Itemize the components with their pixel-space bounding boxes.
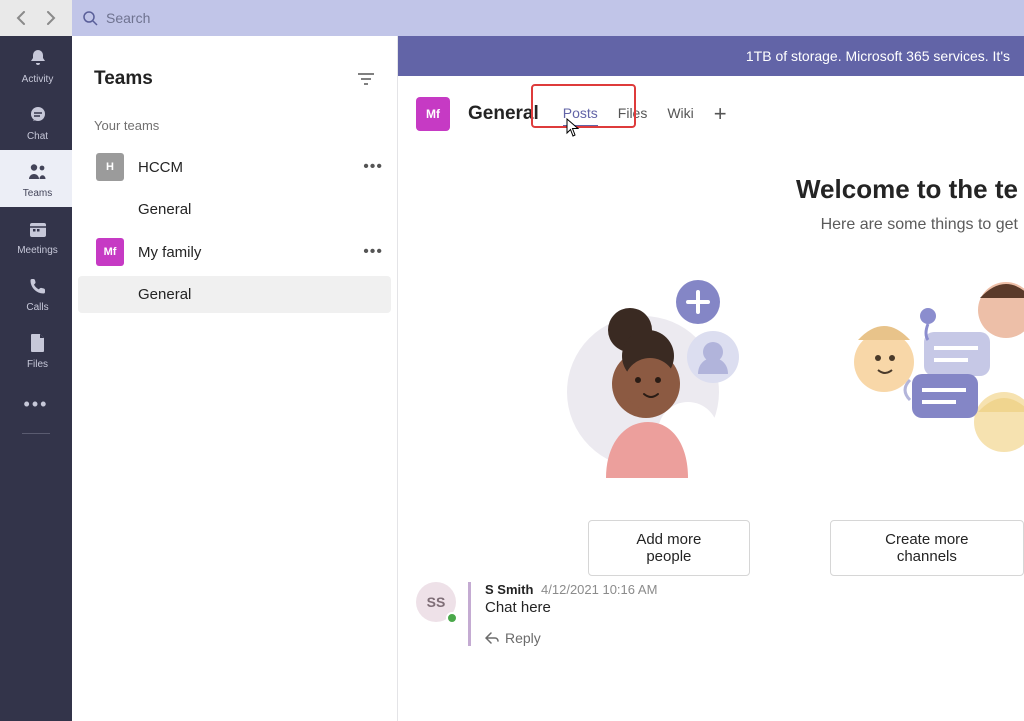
- reply-button[interactable]: Reply: [485, 630, 1024, 646]
- reply-icon: [485, 632, 499, 644]
- message-thread: SS S Smith 4/12/2021 10:16 AM Chat here …: [416, 582, 1024, 646]
- team-more-button[interactable]: •••: [363, 158, 383, 176]
- channel-row-general-2[interactable]: General: [78, 276, 391, 313]
- panel-title: Teams: [94, 68, 153, 90]
- rail-meetings-label: Meetings: [17, 245, 58, 256]
- rail-meetings[interactable]: Meetings: [0, 207, 72, 264]
- channel-tabs: Posts Files Wiki +: [563, 101, 727, 128]
- title-bar: [0, 0, 1024, 36]
- team-more-button[interactable]: •••: [363, 243, 383, 261]
- team-row-hccm[interactable]: H HCCM •••: [72, 143, 397, 191]
- message-timestamp: 4/12/2021 10:16 AM: [541, 582, 657, 597]
- file-icon: [26, 331, 50, 355]
- illustration-add-people: [558, 272, 768, 482]
- main-content: 1TB of storage. Microsoft 365 services. …: [398, 36, 1024, 721]
- promo-banner: 1TB of storage. Microsoft 365 services. …: [398, 36, 1024, 76]
- calendar-icon: [26, 217, 50, 241]
- avatar-initials: SS: [427, 594, 446, 610]
- team-avatar: H: [96, 153, 124, 181]
- add-people-button[interactable]: Add more people: [588, 520, 750, 576]
- filter-icon[interactable]: [357, 72, 375, 86]
- channel-body: Welcome to the te Here are some things t…: [398, 152, 1024, 721]
- team-avatar: Mf: [96, 238, 124, 266]
- welcome-subtitle: Here are some things to get: [398, 216, 1024, 234]
- rail-separator: [22, 433, 50, 434]
- channel-team-avatar: Mf: [416, 97, 450, 131]
- tab-posts[interactable]: Posts: [563, 101, 598, 128]
- app-rail: Activity Chat Teams Meetings Calls Files…: [0, 36, 72, 721]
- channel-header: Mf General Posts Files Wiki +: [398, 76, 1024, 152]
- rail-files-label: Files: [27, 359, 48, 370]
- rail-chat[interactable]: Chat: [0, 93, 72, 150]
- search-icon: [82, 10, 98, 26]
- message-meta: S Smith 4/12/2021 10:16 AM: [485, 582, 1024, 597]
- rail-activity-label: Activity: [22, 74, 54, 85]
- message-author: S Smith: [485, 582, 533, 597]
- team-row-myfamily[interactable]: Mf My family •••: [72, 228, 397, 276]
- team-name-label: My family: [138, 244, 349, 261]
- rail-activity[interactable]: Activity: [0, 36, 72, 93]
- team-name-label: HCCM: [138, 159, 349, 176]
- tab-files[interactable]: Files: [618, 101, 648, 128]
- reply-label: Reply: [505, 630, 541, 646]
- rail-teams-label: Teams: [23, 188, 52, 199]
- search-input[interactable]: [106, 10, 1014, 26]
- channel-row-general-1[interactable]: General: [72, 191, 397, 228]
- illustration-channels: [828, 272, 1024, 482]
- chat-icon: [26, 103, 50, 127]
- message-avatar: SS: [416, 582, 456, 622]
- rail-calls-label: Calls: [26, 302, 48, 313]
- search-bar[interactable]: [72, 0, 1024, 36]
- nav-arrows: [0, 7, 72, 29]
- welcome-actions: Add more people Create more channels: [398, 520, 1024, 576]
- presence-indicator: [446, 612, 458, 624]
- banner-text: 1TB of storage. Microsoft 365 services. …: [746, 48, 1010, 64]
- rail-files[interactable]: Files: [0, 321, 72, 378]
- welcome-title: Welcome to the te: [398, 174, 1024, 205]
- channel-name: General: [468, 103, 539, 125]
- teams-panel: Teams Your teams H HCCM ••• General Mf M…: [72, 36, 398, 721]
- your-teams-label: Your teams: [72, 110, 397, 143]
- rail-more[interactable]: •••: [0, 382, 72, 427]
- teams-icon: [26, 160, 50, 184]
- rail-teams[interactable]: Teams: [0, 150, 72, 207]
- message-text: Chat here: [485, 599, 1024, 616]
- add-tab-button[interactable]: +: [714, 103, 727, 125]
- rail-calls[interactable]: Calls: [0, 264, 72, 321]
- bell-icon: [26, 46, 50, 70]
- back-button[interactable]: [10, 7, 32, 29]
- rail-chat-label: Chat: [27, 131, 48, 142]
- forward-button[interactable]: [40, 7, 62, 29]
- phone-icon: [26, 274, 50, 298]
- tab-wiki[interactable]: Wiki: [667, 101, 693, 128]
- create-channels-button[interactable]: Create more channels: [830, 520, 1024, 576]
